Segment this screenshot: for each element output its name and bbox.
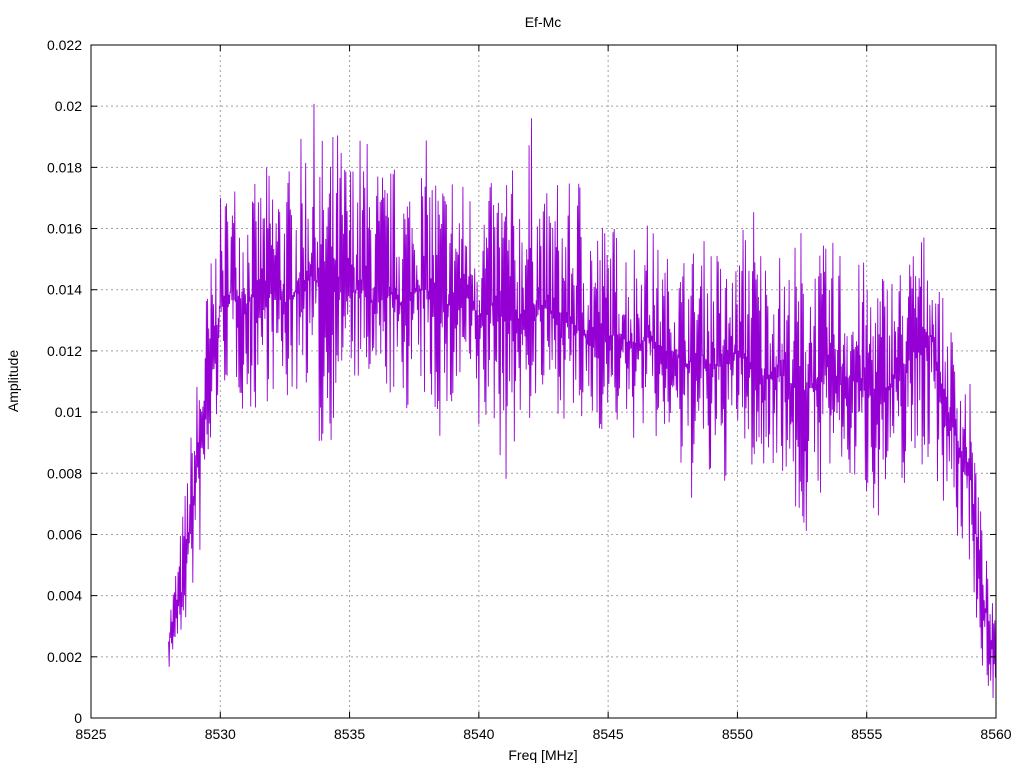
x-tick-label: 8555 (851, 726, 882, 742)
y-axis-label: Amplitude (5, 350, 21, 412)
y-tick-label: 0.008 (47, 465, 82, 481)
y-tick-label: 0.018 (47, 159, 82, 175)
x-tick-label: 8550 (722, 726, 753, 742)
y-tick-label: 0.016 (47, 221, 82, 237)
amplitude-frequency-chart: 8525 8530 8535 8540 8545 8550 8555 8560 00.0020… (5, 14, 1012, 763)
x-tick-label: 8540 (463, 726, 494, 742)
chart-title: Ef-Mc (525, 14, 562, 30)
y-tick-label: 0.012 (47, 343, 82, 359)
y-tick-label: 0.004 (47, 588, 82, 604)
x-tick-label: 8535 (334, 726, 365, 742)
x-tick-label: 8530 (205, 726, 236, 742)
x-tick-label: 8560 (980, 726, 1011, 742)
y-tick-label: 0.006 (47, 526, 82, 542)
data-series (168, 103, 997, 699)
y-tick-label: 0.01 (55, 404, 82, 420)
y-tick-label: 0 (74, 710, 82, 726)
y-tick-label: 0.014 (47, 282, 82, 298)
y-tick-label: 0.022 (47, 37, 82, 53)
y-tick-label: 0.002 (47, 649, 82, 665)
x-tick-label: 8545 (593, 726, 624, 742)
amplitude-series-line (168, 103, 997, 699)
y-tick-label: 0.02 (55, 98, 82, 114)
y-axis-tick-labels: 0 0.002 0.004 0.006 0.008 0.01 0.012 0.014 0.016… (47, 37, 82, 726)
x-tick-label: 8525 (75, 726, 106, 742)
x-axis-tick-labels: 8525 8530 8535 8540 8545 8550 8555 8560 (75, 726, 1011, 742)
x-axis-label: Freq [MHz] (508, 747, 577, 763)
